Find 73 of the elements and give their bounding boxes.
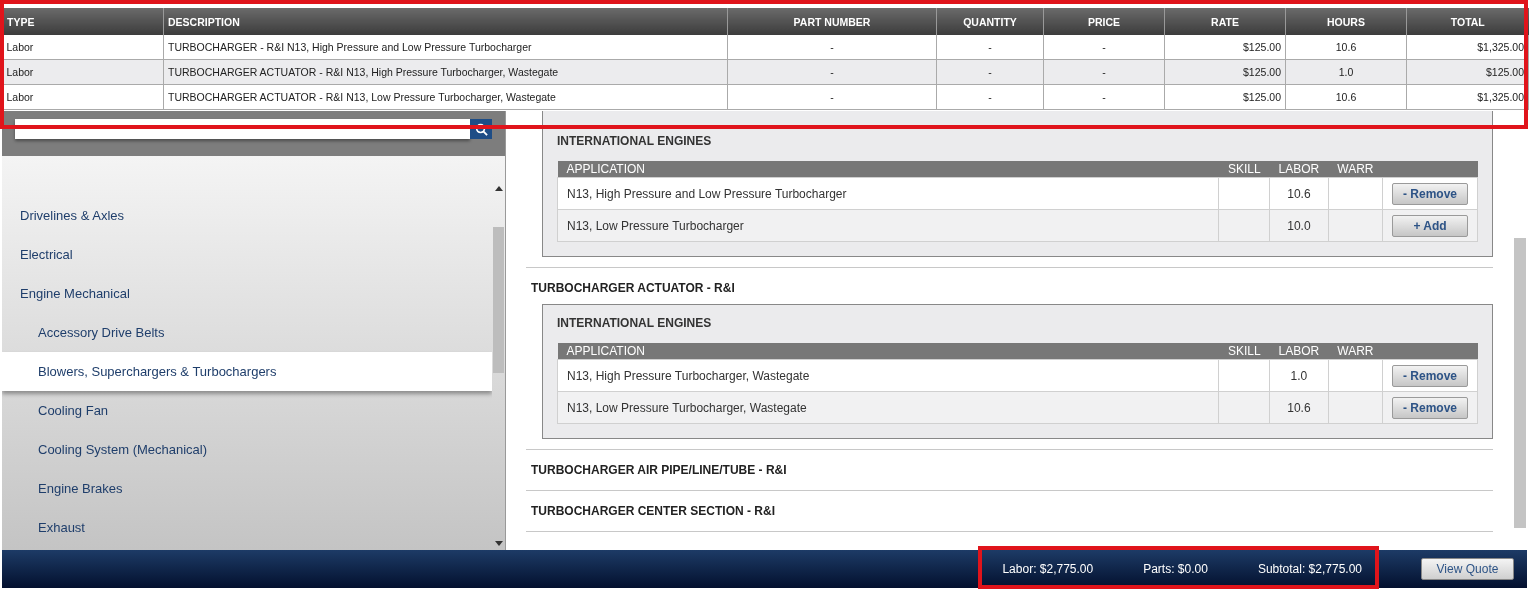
table-cell: - bbox=[1043, 59, 1165, 85]
total-text: Labor: $2,775.00 bbox=[1002, 562, 1094, 576]
category-item[interactable]: Accessory Drive Belts bbox=[2, 313, 492, 352]
column-header: WARR bbox=[1328, 161, 1383, 178]
row-action-button[interactable]: - Remove bbox=[1392, 396, 1468, 419]
category-item[interactable]: Exhaust bbox=[2, 508, 492, 547]
table-cell: - bbox=[936, 35, 1044, 60]
table-cell: N13, Low Pressure Turbocharger, Wastegate bbox=[557, 391, 1219, 424]
row-action-button[interactable]: + Add bbox=[1392, 214, 1468, 237]
table-cell: N13, High Pressure and Low Pressure Turbocharger bbox=[557, 177, 1219, 210]
group-title: INTERNATIONAL ENGINES bbox=[557, 316, 713, 330]
row-action-button[interactable]: - Remove bbox=[1392, 182, 1468, 205]
section-title: TURBOCHARGER CENTER SECTION - R&I bbox=[530, 503, 776, 520]
column-header: QUANTITY bbox=[936, 8, 1044, 35]
table-cell: Labor bbox=[2, 59, 164, 85]
category-item[interactable]: Drivelines & Axles bbox=[2, 196, 492, 235]
table-cell: $125.00 bbox=[1164, 35, 1286, 60]
column-header: LABOR bbox=[1269, 343, 1329, 360]
table-cell: 10.6 bbox=[1285, 35, 1407, 60]
table-cell: 1.0 bbox=[1269, 359, 1329, 392]
table-cell: - bbox=[1043, 35, 1165, 60]
table-cell: 10.6 bbox=[1269, 177, 1329, 210]
table-cell: - bbox=[936, 84, 1044, 110]
column-header: PART NUMBER bbox=[727, 8, 937, 35]
table-cell: TURBOCHARGER - R&I N13, High Pressure and Low Pressure Turbocharger bbox=[163, 35, 728, 60]
table-cell: 10.6 bbox=[1269, 391, 1329, 424]
scroll-up-icon[interactable] bbox=[494, 186, 503, 191]
table-cell: - bbox=[727, 59, 937, 85]
scroll-down-icon[interactable] bbox=[494, 541, 503, 546]
column-header: TYPE bbox=[2, 8, 164, 35]
category-item[interactable]: Engine Mechanical bbox=[2, 274, 492, 313]
column-header: RATE bbox=[1164, 8, 1286, 35]
row-action-button[interactable]: - Remove bbox=[1392, 364, 1468, 387]
column-header: LABOR bbox=[1269, 161, 1329, 178]
table-cell: 10.6 bbox=[1285, 84, 1407, 110]
total-text: Subtotal: $2,775.00 bbox=[1257, 562, 1362, 576]
table-cell: N13, Low Pressure Turbocharger bbox=[557, 209, 1219, 242]
column-header: HOURS bbox=[1285, 8, 1407, 35]
table-cell: TURBOCHARGER ACTUATOR - R&I N13, Low Pressure Turbocharger, Wastegate bbox=[163, 84, 728, 110]
scrollbar-thumb[interactable] bbox=[1514, 238, 1526, 528]
table-cell: N13, High Pressure Turbocharger, Wastegate bbox=[557, 359, 1219, 392]
table-cell: Labor bbox=[2, 84, 164, 110]
table-cell: Labor bbox=[2, 35, 164, 60]
table-cell: $125.00 bbox=[1164, 59, 1286, 85]
section-title: TURBOCHARGER AIR PIPE/LINE/TUBE - R&I bbox=[530, 462, 788, 479]
table-cell: $1,325.00 bbox=[1406, 35, 1529, 60]
scrollbar-thumb[interactable] bbox=[493, 227, 504, 373]
category-item[interactable]: Cooling Fan bbox=[2, 391, 492, 430]
table-cell: - bbox=[727, 84, 937, 110]
table-cell: TURBOCHARGER ACTUATOR - R&I N13, High Pressure Turbocharger, Wastegate bbox=[163, 59, 728, 85]
group-title: INTERNATIONAL ENGINES bbox=[557, 134, 713, 148]
table-cell: 1.0 bbox=[1285, 59, 1407, 85]
column-header: DESCRIPTION bbox=[163, 8, 728, 35]
table-cell: - bbox=[936, 59, 1044, 85]
view-quote-button[interactable]: View Quote bbox=[1421, 558, 1514, 580]
column-header: WARR bbox=[1328, 343, 1383, 360]
search-icon bbox=[474, 122, 488, 136]
column-header: SKILL bbox=[1218, 161, 1270, 178]
category-item[interactable]: Blowers, Superchargers & Turbochargers bbox=[2, 352, 492, 391]
column-header: APPLICATION bbox=[557, 161, 1219, 178]
total-text: Parts: $0.00 bbox=[1143, 562, 1208, 576]
table-cell: 10.0 bbox=[1269, 209, 1329, 242]
section-title: TURBOCHARGER ACTUATOR - R&I bbox=[530, 280, 736, 297]
column-header: SKILL bbox=[1218, 343, 1270, 360]
table-cell: - bbox=[727, 35, 937, 60]
category-item[interactable]: Electrical bbox=[2, 235, 492, 274]
column-header: APPLICATION bbox=[557, 343, 1219, 360]
category-item[interactable]: Engine Brakes bbox=[2, 469, 492, 508]
table-cell: $125.00 bbox=[1164, 84, 1286, 110]
column-header: TOTAL bbox=[1406, 8, 1529, 35]
column-header: PRICE bbox=[1043, 8, 1165, 35]
table-cell: - bbox=[1043, 84, 1165, 110]
category-item[interactable]: Cooling System (Mechanical) bbox=[2, 430, 492, 469]
